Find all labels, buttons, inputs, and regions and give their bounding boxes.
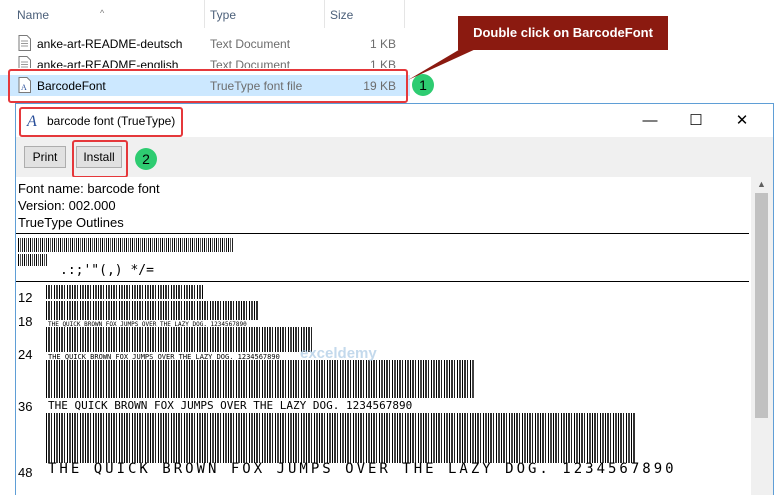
column-divider[interactable] xyxy=(404,0,405,28)
list-item[interactable]: anke-art-README-english Text Document 1 … xyxy=(0,54,410,68)
close-button[interactable]: ✕ xyxy=(719,104,765,137)
size-label: 24 xyxy=(18,347,33,362)
sort-chevron-icon: ^ xyxy=(100,8,105,18)
font-viewer-window: A barcode font (TrueType) — ☐ ✕ Print In… xyxy=(15,103,774,495)
column-divider[interactable] xyxy=(324,0,325,28)
font-version: Version: 002.000 xyxy=(18,198,116,213)
sample-text: THE QUICK BROWN FOX JUMPS OVER THE LAZY … xyxy=(48,399,413,412)
list-item[interactable]: anke-art-README-deutsch Text Document 1 … xyxy=(0,33,410,54)
sample-barcode xyxy=(46,327,314,352)
file-size: 1 KB xyxy=(369,58,396,68)
sample-barcode xyxy=(46,413,636,463)
step-badge-2: 2 xyxy=(135,148,157,170)
highlight-box xyxy=(8,69,408,103)
column-size[interactable]: Size xyxy=(330,8,353,22)
highlight-box xyxy=(19,107,183,137)
size-label: 36 xyxy=(18,399,33,414)
column-header-row: Name ^ Type Size xyxy=(0,0,410,28)
charset-barcode xyxy=(18,238,234,252)
text-document-icon xyxy=(18,35,31,51)
scrollbar-thumb[interactable] xyxy=(755,193,768,418)
sample-barcode xyxy=(46,285,204,299)
column-type[interactable]: Type xyxy=(210,8,236,22)
font-outlines: TrueType Outlines xyxy=(18,215,124,230)
charset-barcode xyxy=(18,254,48,266)
file-type: Text Document xyxy=(210,58,291,68)
print-button[interactable]: Print xyxy=(24,146,66,168)
text-document-icon xyxy=(18,56,31,68)
size-label: 18 xyxy=(18,314,33,329)
font-preview: Font name: barcode font Version: 002.000… xyxy=(16,177,751,495)
sample-text: THE QUICK BROWN FOX JUMPS OVER THE LAZY … xyxy=(48,461,677,477)
title-bar[interactable]: A barcode font (TrueType) — ☐ ✕ xyxy=(16,104,773,137)
callout-label: Double click on BarcodeFont xyxy=(458,16,668,50)
highlight-box xyxy=(72,140,128,178)
size-label: 48 xyxy=(18,465,33,480)
font-name: Font name: barcode font xyxy=(18,181,160,196)
file-size: 1 KB xyxy=(369,37,396,51)
scroll-up-icon[interactable]: ▲ xyxy=(757,179,766,189)
file-type: Text Document xyxy=(210,37,291,51)
maximize-button[interactable]: ☐ xyxy=(673,104,719,137)
sample-barcode xyxy=(46,301,259,320)
watermark: exceldemy xyxy=(300,345,377,362)
column-divider[interactable] xyxy=(204,0,205,28)
file-name: anke-art-README-deutsch xyxy=(37,37,183,51)
minimize-button[interactable]: — xyxy=(627,104,673,137)
toolbar: Print Install 2 xyxy=(16,137,773,178)
callout-pointer xyxy=(408,48,478,80)
size-label: 12 xyxy=(18,290,33,305)
divider xyxy=(16,233,749,234)
sample-barcode xyxy=(46,360,474,398)
column-name[interactable]: Name xyxy=(17,8,49,22)
divider xyxy=(16,281,749,282)
charset-punctuation: .:;'"(,) */= xyxy=(60,263,154,278)
vertical-scrollbar[interactable]: ▲ xyxy=(751,177,773,495)
file-name: anke-art-README-english xyxy=(37,58,179,68)
